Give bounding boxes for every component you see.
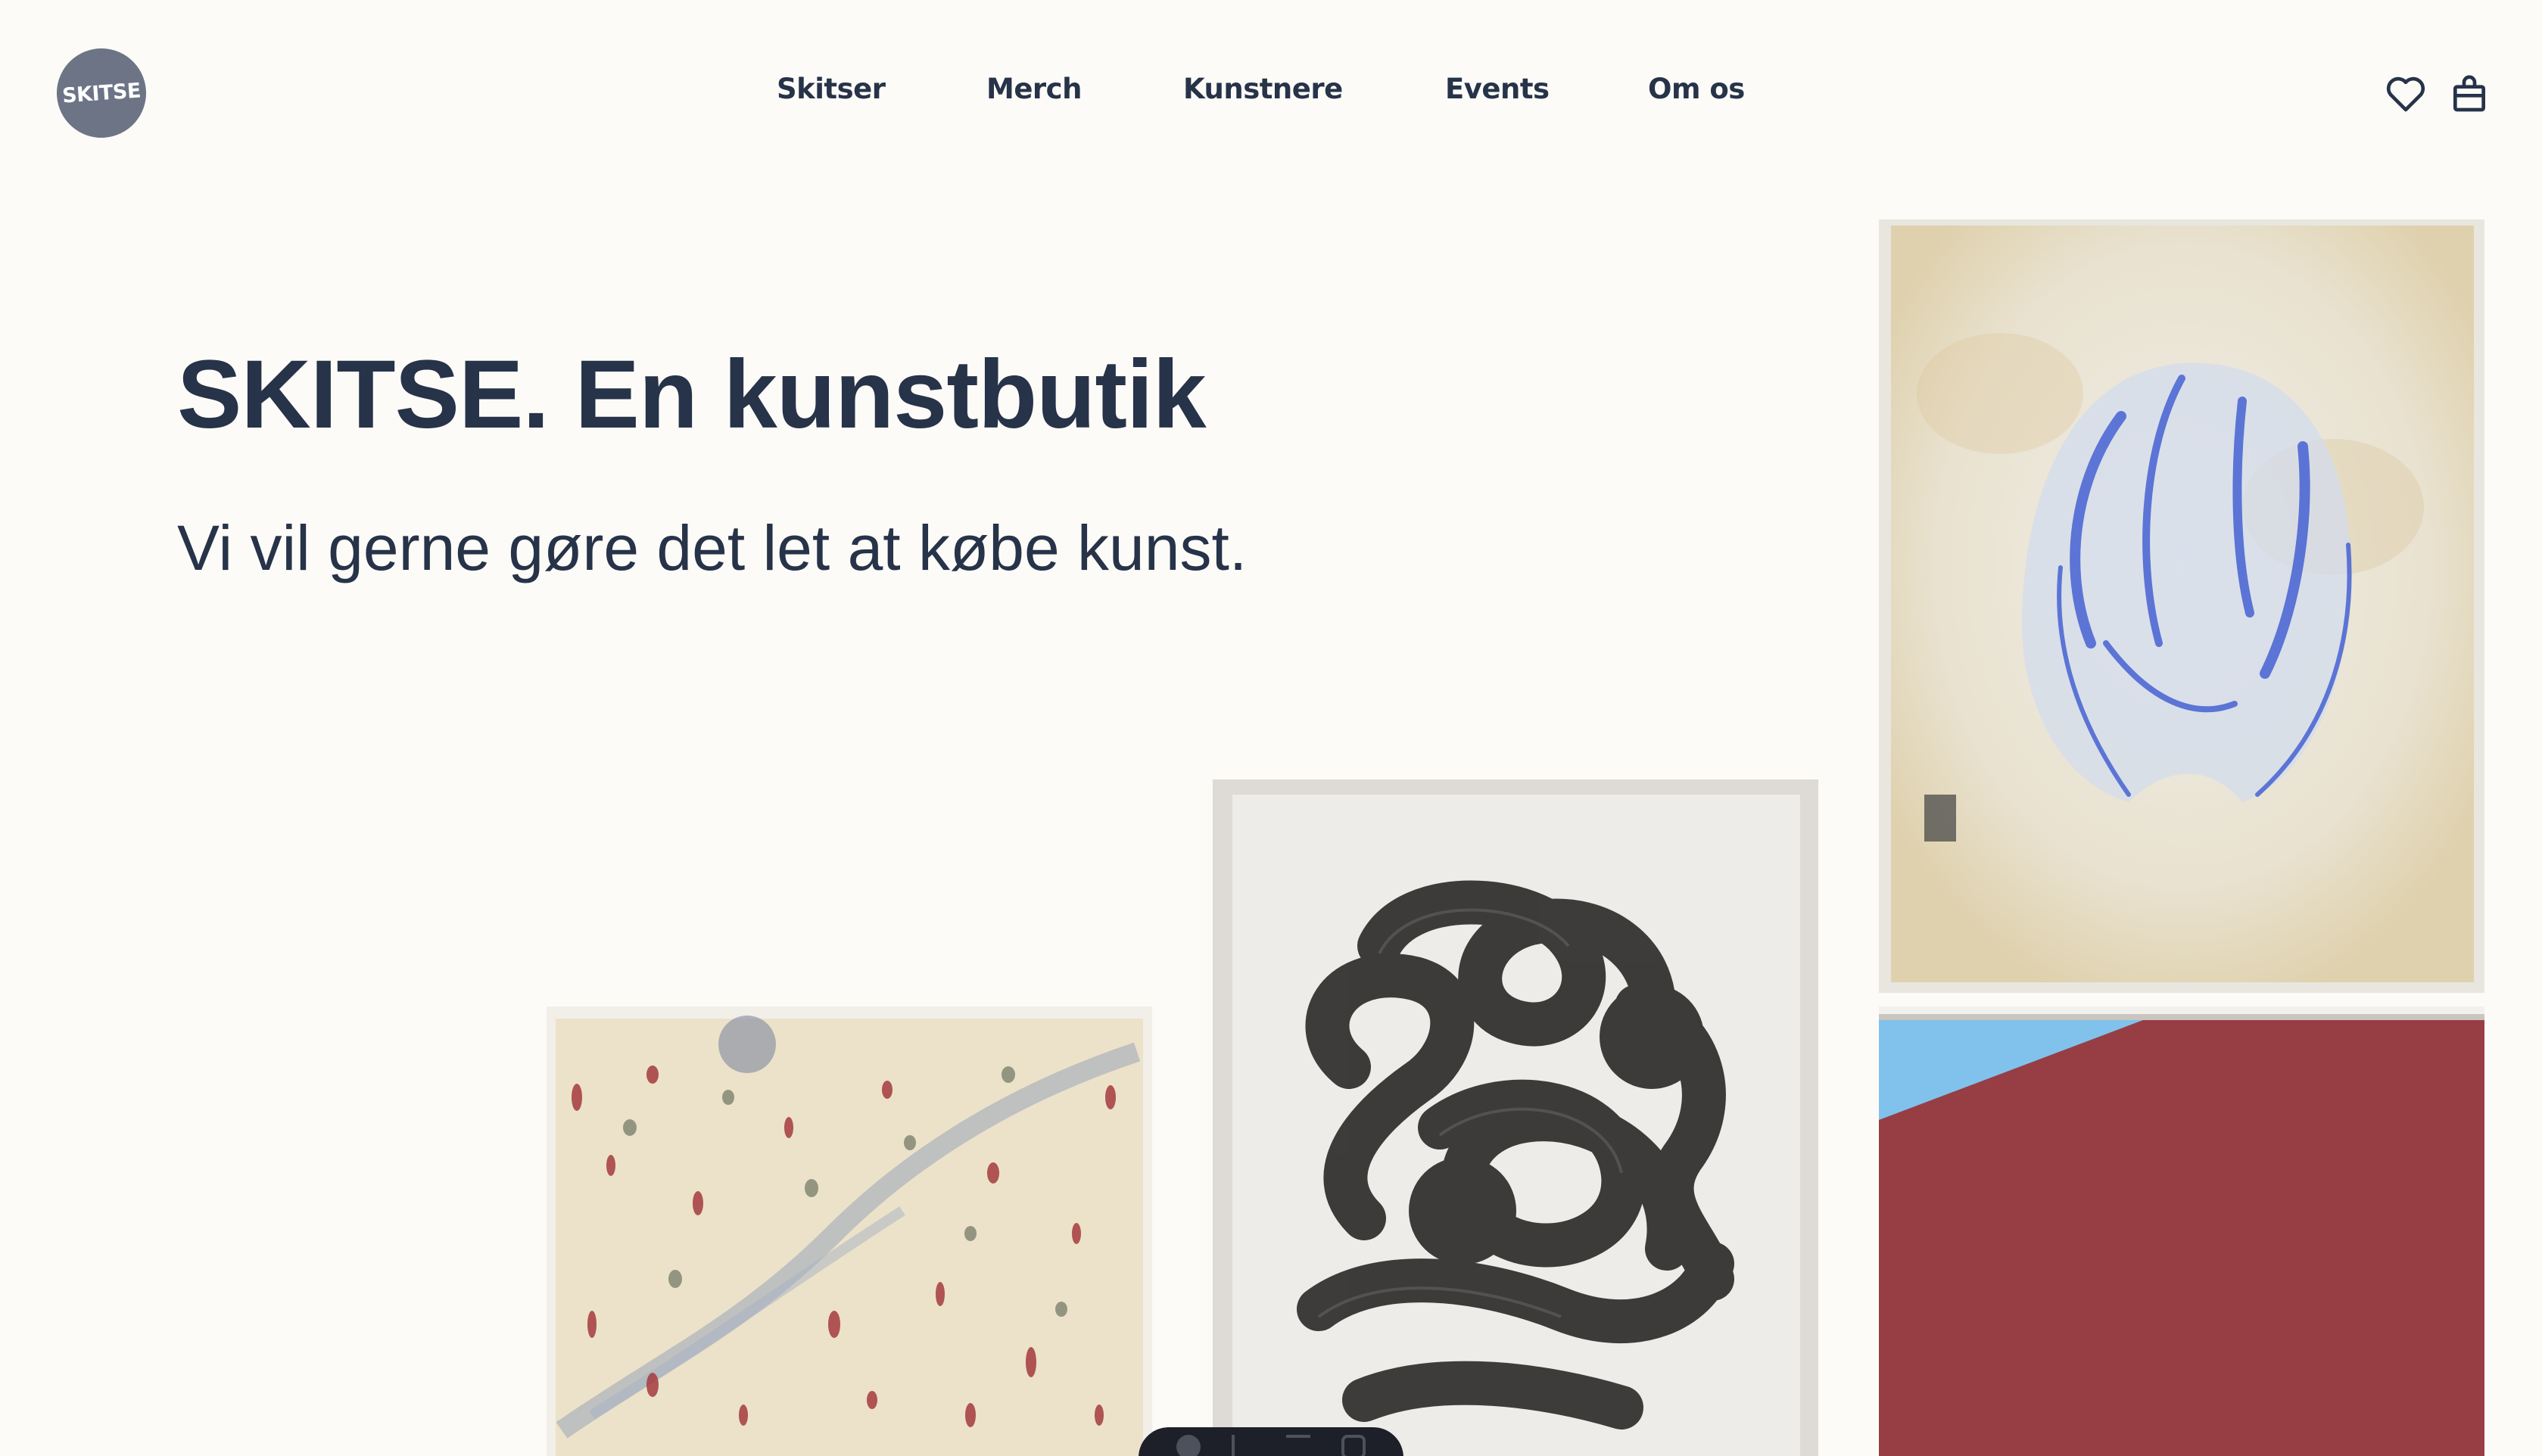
- toolbar-icon[interactable]: [1231, 1435, 1256, 1456]
- shopping-bag-icon[interactable]: [2448, 73, 2491, 115]
- heart-icon[interactable]: [2385, 73, 2427, 115]
- artwork-tile-black-swirl[interactable]: [1213, 779, 1818, 1456]
- logo[interactable]: SKITSE: [54, 45, 149, 141]
- artwork-tile-red-panel[interactable]: [1879, 1006, 2484, 1456]
- page: SKITSE Skitser Merch Kunstnere Events Om…: [0, 0, 2542, 1456]
- toolbar-icon[interactable]: [1286, 1435, 1311, 1456]
- hero-title: SKITSE. En kunstbutik: [177, 341, 1207, 449]
- nav-item-kunstnere[interactable]: Kunstnere: [1183, 73, 1343, 105]
- artwork-tile-blue-shell[interactable]: [1879, 219, 2484, 993]
- nav-item-events[interactable]: Events: [1445, 73, 1550, 105]
- nav-item-skitser[interactable]: Skitser: [777, 73, 886, 105]
- artwork-tile-splatter[interactable]: [547, 1006, 1152, 1456]
- floating-toolbar[interactable]: [1139, 1427, 1403, 1456]
- nav-item-om-os[interactable]: Om os: [1648, 73, 1745, 105]
- main-nav: Skitser Merch Kunstnere Events Om os: [0, 73, 2542, 118]
- toolbar-icon[interactable]: [1176, 1435, 1201, 1456]
- logo-text: SKITSE: [61, 78, 142, 108]
- nav-item-merch[interactable]: Merch: [986, 73, 1082, 105]
- toolbar-icon[interactable]: [1341, 1435, 1366, 1456]
- hero-subtitle: Vi vil gerne gøre det let at købe kunst.: [177, 512, 1248, 583]
